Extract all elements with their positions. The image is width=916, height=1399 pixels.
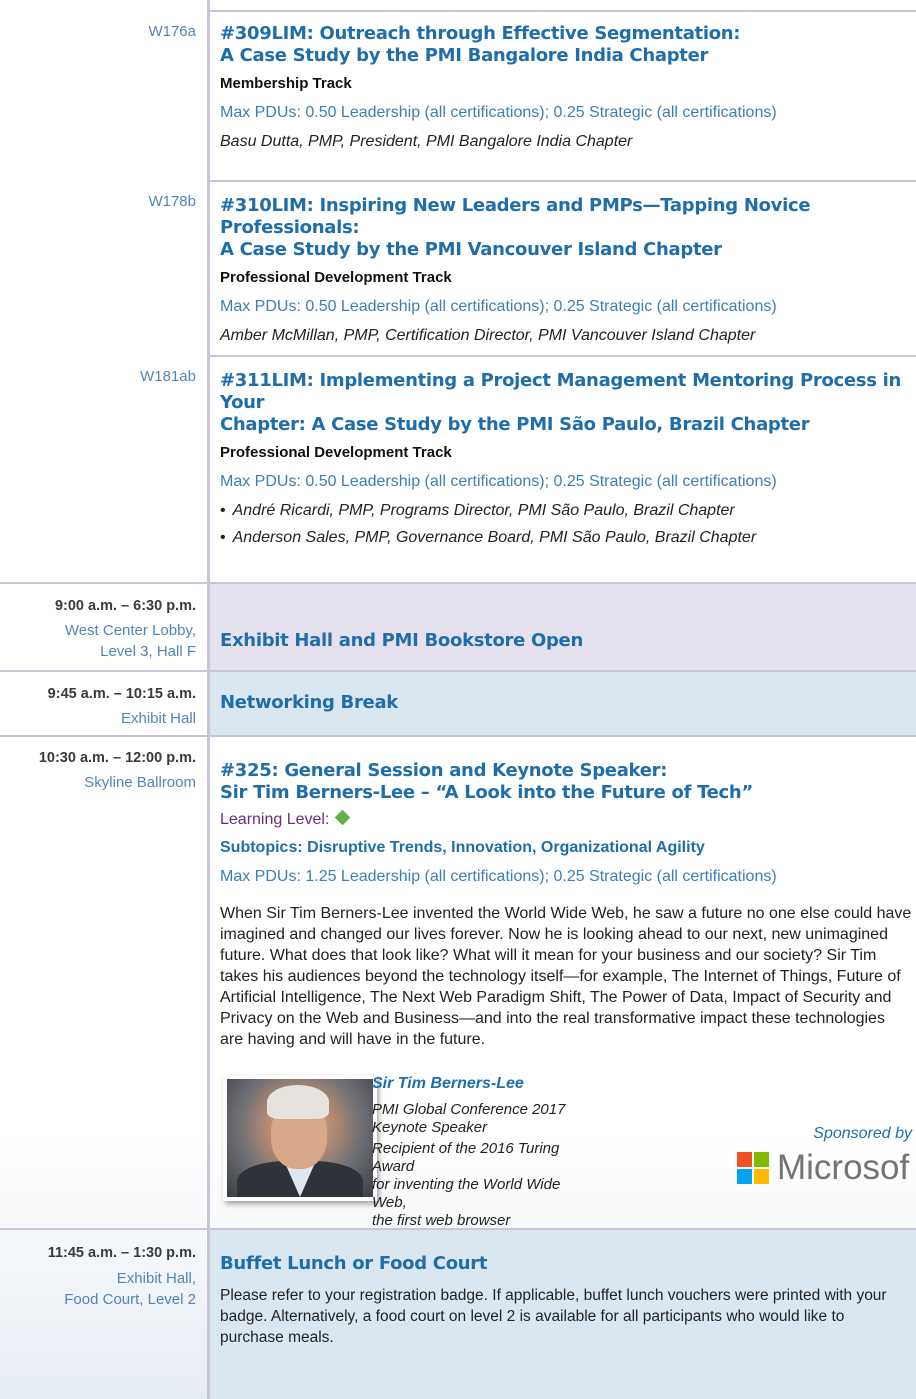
- speaker-role-line: PMI Global Conference 2017: [372, 1101, 566, 1118]
- session-title-line: #311LIM: Implementing a Project Manageme…: [220, 370, 901, 413]
- rule-1: [207, 10, 916, 12]
- logo-wordmark: Microsof: [777, 1152, 910, 1186]
- speaker-name: Sir Tim Berners-Lee: [372, 1075, 524, 1092]
- speaker-award-line: the first web browser: [372, 1212, 511, 1229]
- sponsored-by-label: Sponsored by: [813, 1125, 912, 1142]
- exhibit-time: 9:00 a.m. – 6:30 p.m.: [54, 598, 196, 614]
- speaker-award-line: for inventing the World Wide Web,: [372, 1176, 561, 1211]
- microsoft-logo: Microsof: [737, 1152, 916, 1186]
- session-title[interactable]: #310LIM: Inspiring New Leaders and PMPs—…: [220, 195, 912, 261]
- networking-info: 9:45 a.m. – 10:15 a.m. Exhibit Hall: [48, 684, 196, 729]
- session-speaker: Amber McMillan, PMP, Certification Direc…: [220, 327, 756, 344]
- speaker-role: PMI Global Conference 2017 Keynote Speak…: [372, 1101, 572, 1137]
- session-title-line: #310LIM: Inspiring New Leaders and PMPs—…: [220, 195, 811, 238]
- exhibit-info: 9:00 a.m. – 6:30 p.m. West Center Lobby,…: [55, 596, 196, 662]
- logo-square-red: [737, 1152, 752, 1167]
- keynote-description: When Sir Tim Berners-Lee invented the Wo…: [220, 905, 912, 1048]
- lunch-description: Please refer to your registration badge.…: [220, 1287, 887, 1346]
- rule-3: [207, 355, 916, 357]
- rule-5: [0, 670, 916, 672]
- keynote-pdus: Max PDUs: 1.25 Leadership (all certifica…: [220, 868, 777, 885]
- session-room: W181ab: [140, 368, 196, 385]
- learning-level-label: Learning Level:: [220, 811, 330, 828]
- lunch-location: Exhibit Hall,: [116, 1270, 196, 1287]
- learning-level: Learning Level:: [220, 809, 912, 829]
- keynote-title[interactable]: #325: General Session and Keynote Speake…: [220, 760, 912, 804]
- session-310: #310LIM: Inspiring New Leaders and PMPs—…: [220, 195, 912, 346]
- session-pdus: Max PDUs: 0.50 Leadership (all certifica…: [220, 473, 777, 490]
- keynote-location: Skyline Ballroom: [84, 774, 196, 791]
- session-room: W178b: [148, 193, 196, 210]
- rule-2: [207, 180, 916, 182]
- session-title-line: Chapter: A Case Study by the PMI São Pau…: [220, 414, 810, 435]
- keynote-title-line: Sir Tim Berners-Lee – “A Look into the F…: [220, 782, 753, 803]
- exhibit-location: Level 3, Hall F: [100, 643, 196, 660]
- speaker-role-line: Keynote Speaker: [372, 1119, 488, 1136]
- lunch-location: Food Court, Level 2: [64, 1291, 196, 1308]
- logo-square-yellow: [754, 1169, 769, 1184]
- speaker-award-line: Recipient of the 2016 Turing Award: [372, 1140, 560, 1175]
- lunch-time: 11:45 a.m. – 1:30 p.m.: [47, 1245, 196, 1261]
- session-title-line: #309LIM: Outreach through Effective Segm…: [220, 23, 741, 44]
- speaker-award: Recipient of the 2016 Turing Award for i…: [372, 1140, 572, 1230]
- speaker-photo: [223, 1075, 377, 1201]
- networking-location: Exhibit Hall: [120, 710, 196, 727]
- lunch-session: Buffet Lunch or Food Court Please refer …: [220, 1253, 912, 1348]
- keynote-time: 10:30 a.m. – 12:00 p.m.: [38, 750, 196, 766]
- exhibit-location: West Center Lobby,: [64, 622, 196, 639]
- column-divider: [207, 0, 210, 1399]
- session-pdus: Max PDUs: 0.50 Leadership (all certifica…: [220, 298, 777, 315]
- exhibit-band: [210, 584, 916, 670]
- logo-square-green: [754, 1152, 769, 1167]
- session-track: Professional Development Track: [220, 444, 452, 461]
- keynote-title-line: #325: General Session and Keynote Speake…: [220, 760, 668, 781]
- session-309: #309LIM: Outreach through Effective Segm…: [220, 23, 912, 152]
- session-title[interactable]: #309LIM: Outreach through Effective Segm…: [220, 23, 912, 67]
- session-track: Professional Development Track: [220, 269, 452, 286]
- networking-time: 9:45 a.m. – 10:15 a.m.: [47, 686, 196, 702]
- logo-square-blue: [737, 1169, 752, 1184]
- networking-title[interactable]: Networking Break: [220, 692, 912, 714]
- lunch-info: 11:45 a.m. – 1:30 p.m. Exhibit Hall, Foo…: [48, 1243, 196, 1310]
- session-track: Membership Track: [220, 75, 352, 92]
- session-title-line: A Case Study by the PMI Vancouver Island…: [220, 239, 722, 260]
- session-title-line: A Case Study by the PMI Bangalore India …: [220, 45, 709, 66]
- session-speaker: André Ricardi, PMP, Programs Director, P…: [220, 501, 912, 521]
- exhibit-title[interactable]: Exhibit Hall and PMI Bookstore Open: [220, 630, 912, 652]
- keynote-subtopics: Subtopics: Disruptive Trends, Innovation…: [220, 839, 705, 856]
- keynote-session: #325: General Session and Keynote Speake…: [220, 760, 912, 1050]
- session-room: W176a: [148, 23, 196, 40]
- keynote-info: 10:30 a.m. – 12:00 p.m. Skyline Ballroom: [39, 748, 196, 793]
- session-title[interactable]: #311LIM: Implementing a Project Manageme…: [220, 370, 912, 436]
- rule-6: [0, 735, 916, 737]
- diamond-icon: [335, 809, 351, 826]
- rule-4: [0, 582, 916, 584]
- session-pdus: Max PDUs: 0.50 Leadership (all certifica…: [220, 104, 777, 121]
- session-311: #311LIM: Implementing a Project Manageme…: [220, 370, 912, 548]
- lunch-title[interactable]: Buffet Lunch or Food Court: [220, 1253, 912, 1275]
- session-speaker: Anderson Sales, PMP, Governance Board, P…: [220, 528, 912, 548]
- session-speaker: Basu Dutta, PMP, President, PMI Bangalor…: [220, 133, 633, 150]
